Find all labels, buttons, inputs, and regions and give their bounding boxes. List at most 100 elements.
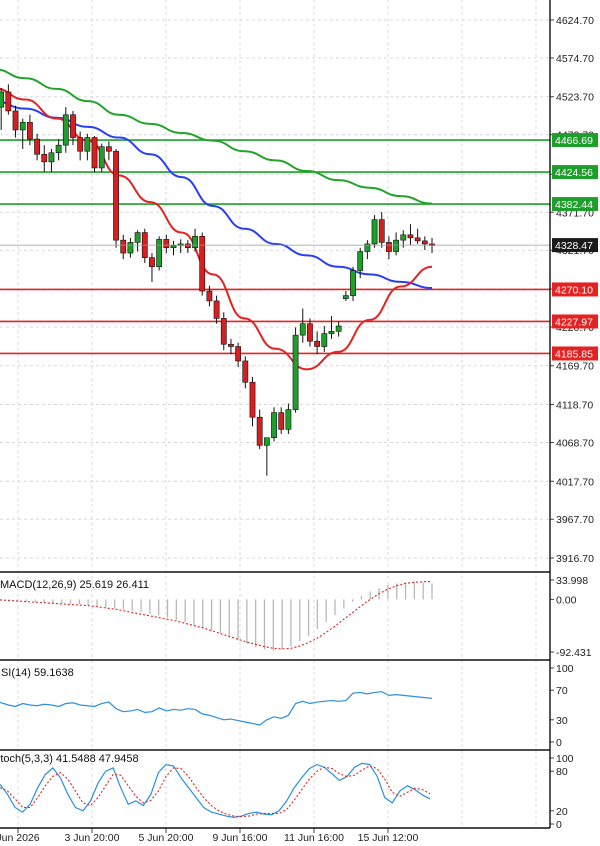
candle-body xyxy=(149,257,155,268)
candle[interactable] xyxy=(371,215,378,248)
candle-body xyxy=(386,242,392,252)
time-tick-label: 15 Jun 12:00 xyxy=(358,832,419,843)
candle-body xyxy=(292,334,299,410)
candle[interactable] xyxy=(91,136,98,172)
resistance-level-label: 4424.56 xyxy=(555,167,593,179)
candle[interactable] xyxy=(407,224,414,246)
candle[interactable] xyxy=(55,139,62,161)
candle-body xyxy=(421,240,428,245)
support-level-label: 4185.85 xyxy=(555,348,593,360)
candle-body xyxy=(400,234,407,241)
candle-body xyxy=(70,114,76,138)
candle[interactable] xyxy=(235,342,242,368)
macd-histogram xyxy=(0,581,433,651)
price-tick-label: 3916.70 xyxy=(556,553,594,565)
candle-body xyxy=(321,333,328,347)
candle[interactable] xyxy=(256,409,263,450)
time-tick-label: 3 Jun 20:00 xyxy=(65,832,120,843)
candle[interactable] xyxy=(120,234,127,260)
candle[interactable] xyxy=(156,236,163,271)
candle-body xyxy=(314,340,321,347)
candle[interactable] xyxy=(292,327,299,413)
moving-average-lines xyxy=(0,68,433,371)
candle-body xyxy=(285,409,292,430)
candle[interactable] xyxy=(48,148,55,172)
candle-body xyxy=(256,416,263,446)
rsi-line-path xyxy=(0,691,433,726)
candle-body xyxy=(371,219,378,245)
candle[interactable] xyxy=(141,228,148,263)
candle[interactable] xyxy=(263,437,270,476)
candle[interactable] xyxy=(199,232,206,296)
candle[interactable] xyxy=(0,88,5,130)
candle[interactable] xyxy=(378,212,385,248)
candle[interactable] xyxy=(271,407,277,442)
candle[interactable] xyxy=(321,326,328,352)
candle-body xyxy=(41,153,48,163)
price-tick-label: 4118.70 xyxy=(556,400,593,412)
candle[interactable] xyxy=(5,84,12,115)
candle-body xyxy=(350,270,356,296)
candle[interactable] xyxy=(184,240,191,254)
stochastic-axis-ticks: 10080 200 xyxy=(550,753,574,831)
candle[interactable] xyxy=(414,228,421,244)
candle[interactable] xyxy=(328,316,335,339)
candle[interactable] xyxy=(34,133,40,161)
rsi-panel[interactable]: RSI(14) 59.1638 100 70 30 0 xyxy=(0,663,574,749)
candle[interactable] xyxy=(342,291,349,301)
candle[interactable] xyxy=(350,266,356,301)
candle-body xyxy=(77,137,84,152)
candle[interactable] xyxy=(192,228,198,252)
macd-indicator-label: MACD(12,26,9) 25.619 26.411 xyxy=(0,579,149,591)
candle[interactable] xyxy=(84,133,91,161)
price-panel[interactable]: 4624.704574.704523.704473.704421.704371.… xyxy=(0,15,598,565)
candle[interactable] xyxy=(249,376,256,427)
stochastic-panel[interactable]: Stoch(5,3,3) 41.5488 47.9458 10080 200 xyxy=(0,753,574,831)
candle[interactable] xyxy=(113,148,119,248)
macd-tick-label: -92.431 xyxy=(556,647,592,659)
candle[interactable] xyxy=(127,237,134,258)
candle[interactable] xyxy=(134,230,141,252)
candle[interactable] xyxy=(299,308,306,343)
candle-body xyxy=(213,300,220,319)
candle[interactable] xyxy=(314,331,321,355)
candle[interactable] xyxy=(105,141,112,161)
candle[interactable] xyxy=(170,240,177,256)
macd-panel[interactable]: MACD(12,26,9) 25.619 26.411 33.998 0.00 -9… xyxy=(0,575,592,659)
candle-body xyxy=(98,146,105,169)
candle-body xyxy=(0,91,5,108)
candle[interactable] xyxy=(335,321,342,337)
candle[interactable] xyxy=(242,356,249,389)
price-tick-label: 4169.70 xyxy=(556,361,594,373)
candle[interactable] xyxy=(41,145,48,172)
chart-canvas[interactable]: 4624.704574.704523.704473.704421.704371.… xyxy=(0,0,600,844)
candle[interactable] xyxy=(228,338,234,355)
candle[interactable] xyxy=(393,232,399,256)
candle[interactable] xyxy=(177,239,184,254)
candle-body xyxy=(19,122,26,131)
candle[interactable] xyxy=(364,240,371,260)
candle-body xyxy=(184,243,191,249)
trading-chart[interactable]: 4624.704574.704523.704473.704421.704371.… xyxy=(0,0,600,844)
candle[interactable] xyxy=(213,295,220,324)
macd-tick-label: 33.998 xyxy=(556,575,588,587)
support-resistance-lines[interactable] xyxy=(0,139,550,355)
support-level-label: 4270.10 xyxy=(555,284,593,296)
candle[interactable] xyxy=(98,143,105,172)
stochastic-lines xyxy=(0,762,431,819)
candle-body xyxy=(163,239,170,249)
candle[interactable] xyxy=(278,407,285,434)
candle[interactable] xyxy=(386,236,392,260)
candle[interactable] xyxy=(220,312,227,351)
candle[interactable] xyxy=(421,236,428,251)
candle[interactable] xyxy=(149,253,155,282)
time-axis: Jun 2026 3 Jun 20:00 5 Jun 20:00 9 Jun 16:0… xyxy=(0,828,419,844)
candle[interactable] xyxy=(307,318,313,347)
candlestick-series[interactable] xyxy=(0,84,435,476)
candle[interactable] xyxy=(12,105,19,138)
current-price-label: 4328.47 xyxy=(555,240,593,252)
candle-body xyxy=(206,290,213,302)
candle[interactable] xyxy=(285,403,292,434)
candle[interactable] xyxy=(62,107,69,153)
candle[interactable] xyxy=(19,118,26,149)
